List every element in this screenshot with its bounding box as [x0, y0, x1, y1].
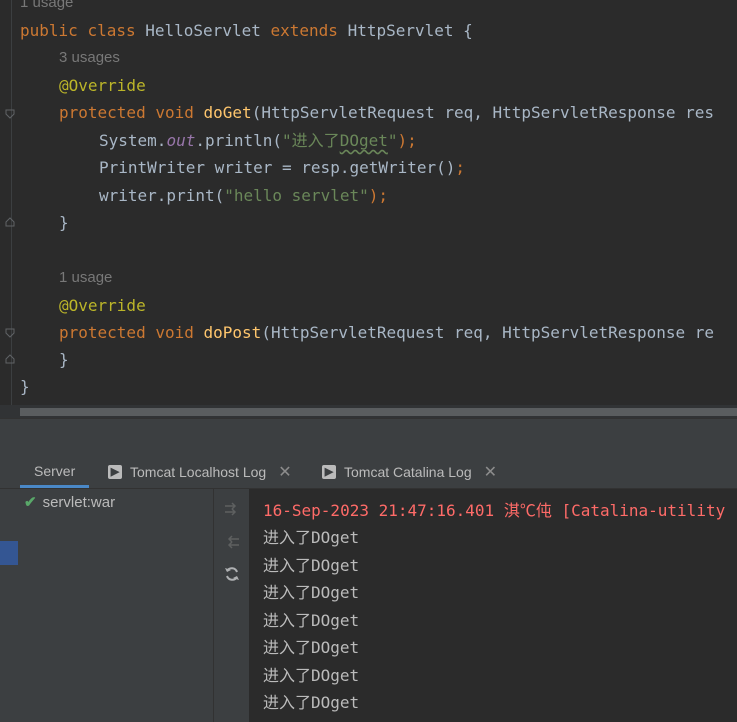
deploy-icon[interactable]	[223, 500, 241, 518]
horizontal-scrollbar[interactable]	[0, 405, 737, 418]
string-literal: "	[387, 131, 398, 150]
usage-hint[interactable]: 1 usage	[20, 0, 73, 11]
tab-label: Tomcat Catalina Log	[344, 464, 472, 480]
console-line: 进入了DOget	[263, 583, 360, 602]
code-token: );	[368, 186, 388, 205]
console-tab-icon: ▶	[108, 465, 122, 479]
code-token: .println(	[195, 131, 283, 150]
method-name: doPost	[203, 323, 262, 342]
console-error-line: 16-Sep-2023 21:47:16.401 淇℃伅 [Catalina-u…	[263, 501, 726, 520]
method-params: (HttpServletRequest req, HttpServletResp…	[261, 323, 715, 342]
code-line-print: writer.print("hello servlet");	[99, 186, 388, 206]
string-literal: "进入了	[282, 131, 340, 150]
keyword: protected	[59, 103, 146, 122]
code-line-class-decl: public class HelloServlet extends HttpSe…	[20, 21, 473, 41]
code-token: writer.print(	[99, 186, 225, 205]
keyword: public	[20, 21, 78, 40]
console-line: 进入了DOget	[263, 693, 360, 712]
server-actions	[213, 489, 251, 722]
annotation: @Override	[59, 296, 146, 315]
brace: {	[453, 21, 473, 40]
class-name: HelloServlet	[145, 21, 261, 40]
tab-tomcat-catalina-log[interactable]: ▶ Tomcat Catalina Log ✕	[322, 456, 497, 488]
fold-marker-icon[interactable]	[5, 109, 15, 119]
check-icon: ✔	[24, 494, 37, 511]
console-line: 进入了DOget	[263, 611, 360, 630]
tab-tomcat-localhost-log[interactable]: ▶ Tomcat Localhost Log ✕	[108, 456, 292, 488]
superclass-name: HttpServlet	[347, 21, 454, 40]
server-item-label: servlet:war	[42, 493, 116, 511]
code-token: PrintWriter writer = resp.getWriter()	[99, 158, 456, 177]
code-line-close-brace: }	[59, 213, 69, 232]
tab-label: Tomcat Localhost Log	[130, 464, 267, 480]
method-name: doGet	[203, 103, 252, 122]
code-line-close-class: }	[20, 377, 30, 396]
console-line: 进入了DOget	[263, 528, 360, 547]
console-line: 进入了DOget	[263, 638, 360, 657]
gutter	[11, 0, 12, 405]
tool-strip-selection[interactable]	[0, 541, 18, 565]
code-line-writer: PrintWriter writer = resp.getWriter();	[99, 158, 465, 178]
tab-label: Server	[34, 462, 76, 479]
string-literal-typo: DOget	[339, 131, 388, 150]
scrollbar-thumb[interactable]	[20, 408, 737, 416]
method-params: (HttpServletRequest req, HttpServletResp…	[251, 103, 715, 122]
console-line: 进入了DOget	[263, 666, 360, 685]
tool-strip	[0, 489, 18, 722]
services-tabbar: Server ▶ Tomcat Localhost Log ✕ ▶ Tomcat…	[0, 456, 737, 489]
keyword: void	[155, 323, 194, 342]
tool-window-header	[0, 418, 737, 457]
servers-tree: ✔ servlet:war	[18, 489, 213, 722]
fold-marker-icon[interactable]	[5, 328, 15, 338]
static-field: out	[166, 131, 196, 150]
code-line-dopost-decl: protected void doPost(HttpServletRequest…	[59, 323, 714, 343]
refresh-icon[interactable]	[223, 565, 241, 583]
close-icon[interactable]: ✕	[278, 462, 291, 482]
console-line: 进入了DOget	[263, 556, 360, 575]
keyword: protected	[59, 323, 146, 342]
fold-marker-icon[interactable]	[5, 217, 15, 227]
code-line-close-brace: }	[59, 350, 69, 369]
usage-hint[interactable]: 3 usages	[59, 49, 120, 66]
undeploy-icon[interactable]	[223, 533, 241, 551]
code-token: ;	[455, 158, 466, 177]
fold-marker-icon[interactable]	[5, 354, 15, 364]
annotation: @Override	[59, 76, 146, 95]
keyword: class	[87, 21, 136, 40]
code-editor[interactable]: 1 usage public class HelloServlet extend…	[0, 0, 737, 405]
usage-hint[interactable]: 1 usage	[59, 269, 112, 286]
code-line-doget-decl: protected void doGet(HttpServletRequest …	[59, 103, 714, 123]
tab-server[interactable]: Server	[20, 456, 90, 488]
keyword: void	[155, 103, 194, 122]
code-token: System.	[99, 131, 167, 150]
server-tree-item[interactable]: ✔ servlet:war	[24, 493, 116, 512]
close-icon[interactable]: ✕	[484, 462, 497, 482]
code-line-println: System.out.println("进入了DOget");	[99, 131, 417, 151]
keyword: extends	[270, 21, 338, 40]
string-literal: "hello servlet"	[224, 186, 369, 205]
console-tab-icon: ▶	[322, 465, 336, 479]
code-token: );	[397, 131, 417, 150]
console-output[interactable]: 16-Sep-2023 21:47:16.401 淇℃伅 [Catalina-u…	[249, 489, 737, 722]
